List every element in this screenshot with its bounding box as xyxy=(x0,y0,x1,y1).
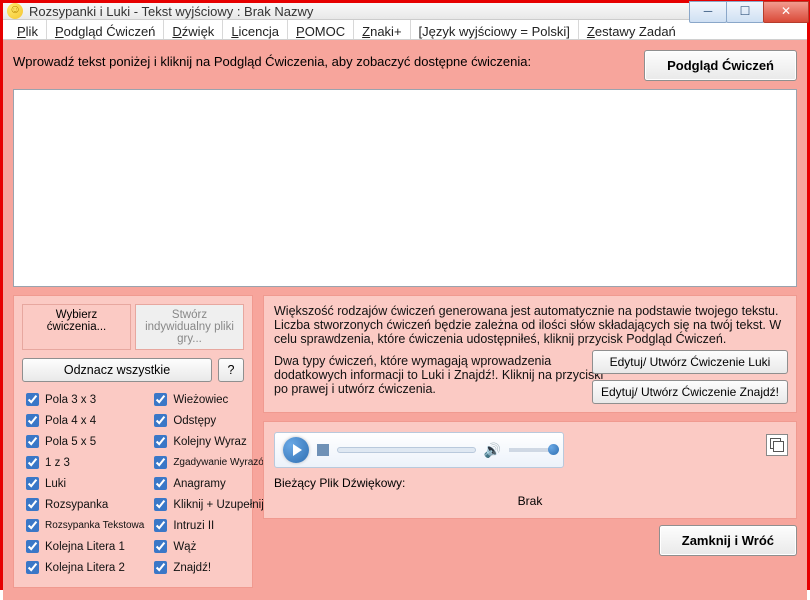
help-button[interactable]: ? xyxy=(218,358,244,382)
source-text-input[interactable] xyxy=(13,89,797,287)
checkbox-label: Odstępy xyxy=(173,415,216,427)
stop-button[interactable] xyxy=(317,444,329,456)
app-icon xyxy=(7,3,23,19)
menubar: PlikPodgląd ĆwiczeńDźwiękLicencjaPOMOCZn… xyxy=(3,20,807,40)
check-rozsypanka[interactable]: Rozsypanka xyxy=(22,495,144,514)
info-panel: Większość rodzajów ćwiczeń generowana je… xyxy=(263,295,797,413)
checkbox-label: Pola 5 x 5 xyxy=(45,436,96,448)
volume-slider[interactable] xyxy=(509,448,555,452)
check-kolejny-wyraz[interactable]: Kolejny Wyraz xyxy=(150,432,271,451)
titlebar: Rozsypanki i Luki - Tekst wyjściowy : Br… xyxy=(3,3,807,20)
checkbox[interactable] xyxy=(26,435,39,448)
checkbox-label: Pola 3 x 3 xyxy=(45,394,96,406)
checkbox[interactable] xyxy=(154,456,167,469)
checkbox-label: Pola 4 x 4 xyxy=(45,415,96,427)
checkbox-label: Rozsypanka xyxy=(45,499,108,511)
checkbox[interactable] xyxy=(154,414,167,427)
checkbox-label: 1 z 3 xyxy=(45,457,70,469)
info-paragraph-2: Dwa typy ćwiczeń, które wymagają wprowad… xyxy=(274,354,604,396)
audio-file-value: Brak xyxy=(274,494,786,508)
exercise-selection-panel: Wybierz ćwiczenia... Stwórz indywidualny… xyxy=(13,295,253,588)
check-zgadywanie-wyraz-w[interactable]: Zgadywanie Wyrazów xyxy=(150,453,271,472)
check-znajd-[interactable]: Znajdź! xyxy=(150,558,271,577)
checkbox[interactable] xyxy=(26,477,39,490)
checkbox-label: Znajdź! xyxy=(173,562,211,574)
deselect-all-button[interactable]: Odznacz wszystkie xyxy=(22,358,212,382)
maximize-button[interactable]: ☐ xyxy=(726,1,764,23)
checkbox[interactable] xyxy=(154,498,167,511)
checkbox[interactable] xyxy=(26,456,39,469)
checkbox[interactable] xyxy=(154,477,167,490)
check-rozsypanka-tekstowa[interactable]: Rozsypanka Tekstowa xyxy=(22,516,144,535)
checkbox[interactable] xyxy=(154,435,167,448)
checkbox-label: Kolejna Litera 2 xyxy=(45,562,125,574)
checkbox-label: Wąż xyxy=(173,541,196,553)
check-wie-owiec[interactable]: Wieżowiec xyxy=(150,390,271,409)
checkbox[interactable] xyxy=(154,519,167,532)
checkbox-label: Kolejna Litera 1 xyxy=(45,541,125,553)
menu-podgl-d-wicze-[interactable]: Podgląd Ćwiczeń xyxy=(47,20,164,39)
checkbox[interactable] xyxy=(26,393,39,406)
check-w-[interactable]: Wąż xyxy=(150,537,271,556)
menu--j-zyk-wyj-ciowy-polski-[interactable]: [Język wyjściowy = Polski] xyxy=(411,20,579,39)
instruction-text: Wprowadź tekst poniżej i kliknij na Podg… xyxy=(13,50,634,69)
checkbox[interactable] xyxy=(26,519,39,532)
check-kliknij-uzupe-nij[interactable]: Kliknij + Uzupełnij xyxy=(150,495,271,514)
checkbox[interactable] xyxy=(154,540,167,553)
checkbox-label: Wieżowiec xyxy=(173,394,228,406)
checkbox-label: Kliknij + Uzupełnij xyxy=(173,499,263,511)
menu-d-wi-k[interactable]: Dźwięk xyxy=(164,20,223,39)
check-pola-4-x-4[interactable]: Pola 4 x 4 xyxy=(22,411,144,430)
window-title: Rozsypanki i Luki - Tekst wyjściowy : Br… xyxy=(29,4,313,19)
audio-panel: 🔊 Bieżący Plik Dźwiękowy: Brak xyxy=(263,421,797,519)
check-pola-5-x-5[interactable]: Pola 5 x 5 xyxy=(22,432,144,451)
menu-znaki-[interactable]: Znaki+ xyxy=(354,20,410,39)
menu-licencja[interactable]: Licencja xyxy=(223,20,288,39)
minimize-button[interactable]: ─ xyxy=(689,1,727,23)
check-1-z-3[interactable]: 1 z 3 xyxy=(22,453,144,472)
speaker-icon: 🔊 xyxy=(484,442,501,459)
checkbox-label: Rozsypanka Tekstowa xyxy=(45,520,144,531)
checkbox[interactable] xyxy=(154,393,167,406)
checkbox-label: Luki xyxy=(45,478,66,490)
check-anagramy[interactable]: Anagramy xyxy=(150,474,271,493)
check-pola-3-x-3[interactable]: Pola 3 x 3 xyxy=(22,390,144,409)
checkbox[interactable] xyxy=(26,498,39,511)
menu-zestawy-zada-[interactable]: Zestawy Zadań xyxy=(579,20,684,39)
check-kolejna-litera-1[interactable]: Kolejna Litera 1 xyxy=(22,537,144,556)
preview-exercises-button[interactable]: Podgląd Ćwiczeń xyxy=(644,50,797,81)
checkbox-label: Intruzi II xyxy=(173,520,214,532)
seek-track[interactable] xyxy=(337,447,476,453)
checkbox[interactable] xyxy=(154,561,167,574)
edit-luki-button[interactable]: Edytuj/ Utwórz Ćwiczenie Luki xyxy=(592,350,788,374)
edit-znajdz-button[interactable]: Edytuj/ Utwórz Ćwiczenie Znajdź! xyxy=(592,380,788,404)
menu-plik[interactable]: Plik xyxy=(9,20,47,39)
check-intruzi-ii[interactable]: Intruzi II xyxy=(150,516,271,535)
checkbox[interactable] xyxy=(26,540,39,553)
checkbox-label: Kolejny Wyraz xyxy=(173,436,246,448)
check-luki[interactable]: Luki xyxy=(22,474,144,493)
checkbox[interactable] xyxy=(26,414,39,427)
tab-select-exercises[interactable]: Wybierz ćwiczenia... xyxy=(22,304,131,350)
close-window-button[interactable]: ✕ xyxy=(763,1,809,23)
audio-file-label: Bieżący Plik Dźwiękowy: xyxy=(274,476,786,490)
check-odst-py[interactable]: Odstępy xyxy=(150,411,271,430)
tab-create-individual[interactable]: Stwórz indywidualny pliki gry... xyxy=(135,304,244,350)
expand-icon[interactable] xyxy=(766,434,788,456)
checkbox[interactable] xyxy=(26,561,39,574)
info-paragraph-1: Większość rodzajów ćwiczeń generowana je… xyxy=(274,304,786,346)
audio-player: 🔊 xyxy=(274,432,564,468)
close-and-return-button[interactable]: Zamknij i Wróć xyxy=(659,525,797,556)
menu-pomoc[interactable]: POMOC xyxy=(288,20,354,39)
play-button[interactable] xyxy=(283,437,309,463)
check-kolejna-litera-2[interactable]: Kolejna Litera 2 xyxy=(22,558,144,577)
checkbox-label: Zgadywanie Wyrazów xyxy=(173,457,271,468)
checkbox-label: Anagramy xyxy=(173,478,225,490)
